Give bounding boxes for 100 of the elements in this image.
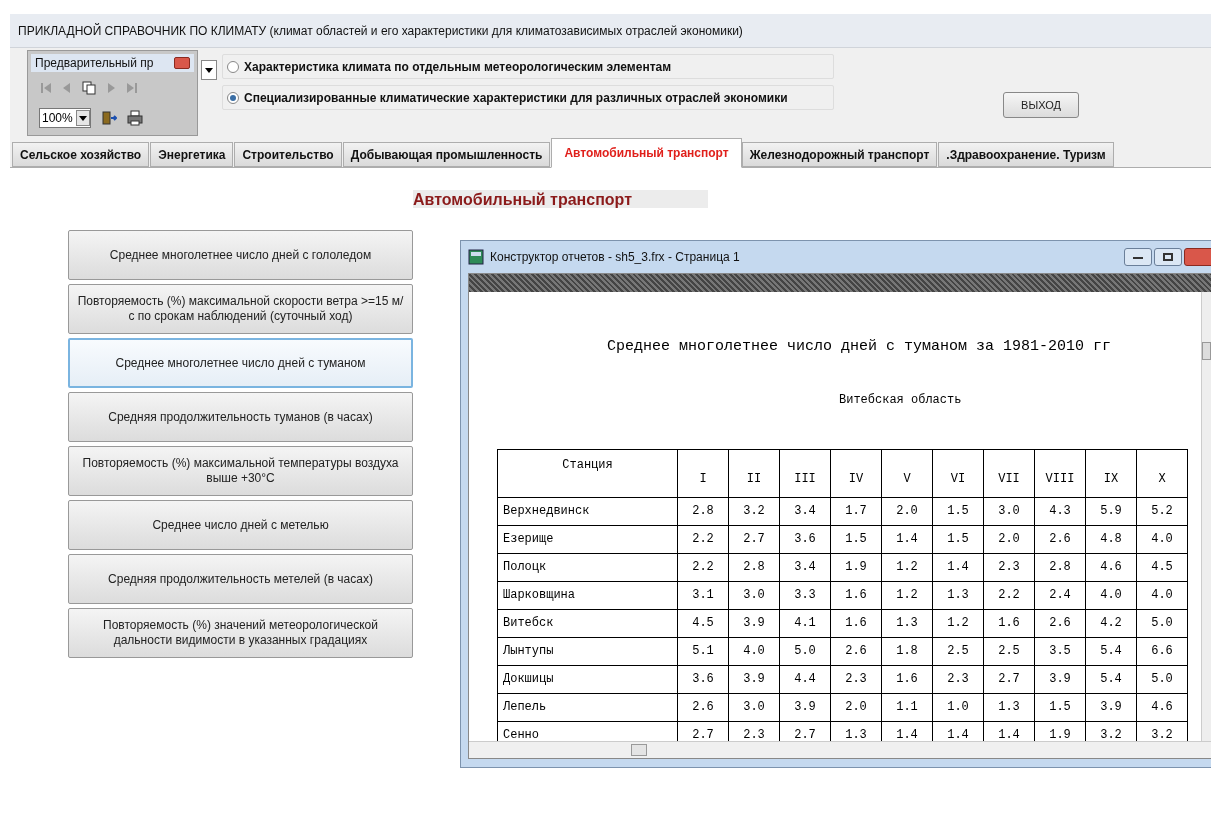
column-header: II: [728, 449, 780, 497]
table-cell: 1.3: [983, 693, 1035, 721]
tab[interactable]: Добывающая промышленность: [342, 142, 551, 167]
table-cell: 2.6: [1034, 525, 1086, 553]
table-cell: 5.1: [677, 637, 729, 665]
table-cell: 4.0: [1136, 581, 1188, 609]
tab[interactable]: Энергетика: [150, 142, 234, 167]
tab[interactable]: Автомобильный транспорт: [551, 138, 742, 168]
table-cell: 4.1: [779, 609, 831, 637]
table-cell: 3.9: [728, 609, 780, 637]
table-cell: Лынтупы: [497, 637, 678, 665]
report-button[interactable]: Средняя продолжительность метелей (в часах): [68, 554, 413, 604]
report-button[interactable]: Повторяемость (%) максимальной скорости ветра >=15 м/с по срокам наблюдений (суточный ход): [68, 284, 413, 334]
table-cell: 2.5: [932, 637, 984, 665]
radio-button[interactable]: [227, 60, 239, 73]
table-cell: 4.8: [1085, 525, 1137, 553]
table-cell: 2.8: [728, 553, 780, 581]
report-button[interactable]: Повторяемость (%) максимальной температуры воздуха выше +30°С: [68, 446, 413, 496]
table-cell: 4.4: [779, 665, 831, 693]
report-button[interactable]: Средняя продолжительность туманов (в часах): [68, 392, 413, 442]
table-cell: 5.0: [1136, 665, 1188, 693]
report-button[interactable]: Повторяемость (%) значений метеорологической дальности видимости в указанных градациях: [68, 608, 413, 658]
radio-option[interactable]: Специализированные климатические характеристики для различных отраслей экономики: [222, 85, 834, 110]
table-cell: 3.3: [779, 581, 831, 609]
table-cell: 5.0: [1136, 609, 1188, 637]
table-cell: 4.5: [677, 609, 729, 637]
next-page-icon[interactable]: [108, 82, 115, 94]
table-cell: 2.2: [677, 525, 729, 553]
table-cell: 2.7: [728, 525, 780, 553]
table-cell: 3.0: [983, 497, 1035, 525]
close-button[interactable]: [174, 57, 190, 69]
radio-button[interactable]: [227, 91, 239, 104]
horizontal-scrollbar[interactable]: [469, 741, 1211, 758]
table-cell: 1.5: [830, 525, 882, 553]
maximize-icon: [1163, 253, 1173, 261]
table-cell: 1.8: [881, 637, 933, 665]
table-cell: 4.5: [1136, 553, 1188, 581]
window-title: ПРИКЛАДНОЙ СПРАВОЧНИК ПО КЛИМАТУ (климат областей и его характеристики для климатозависимых отраслей экономики): [18, 22, 743, 40]
table-cell: Езерище: [497, 525, 678, 553]
tab[interactable]: Сельское хозяйство: [12, 142, 150, 167]
table-cell: 2.7: [983, 665, 1035, 693]
report-button[interactable]: Среднее многолетнее число дней с гололедом: [68, 230, 413, 280]
table-cell: 5.4: [1085, 637, 1137, 665]
column-header: III: [779, 449, 831, 497]
table-cell: 6.6: [1136, 637, 1188, 665]
table-cell: 3.6: [779, 525, 831, 553]
table-cell: Полоцк: [497, 553, 678, 581]
table-cell: 5.2: [1136, 497, 1188, 525]
table-cell: 3.4: [779, 553, 831, 581]
table-cell: 3.2: [728, 497, 780, 525]
radio-option[interactable]: Характеристика климата по отдельным метеорологическим элементам: [222, 54, 834, 79]
previous-page-icon[interactable]: [63, 82, 70, 94]
table-cell: 4.3: [1034, 497, 1086, 525]
table-cell: 3.0: [728, 581, 780, 609]
maximize-button[interactable]: [1154, 248, 1182, 266]
table-cell: 1.5: [1034, 693, 1086, 721]
tab[interactable]: Железнодорожный транспорт: [741, 142, 938, 167]
table-cell: 1.1: [881, 693, 933, 721]
report-subtitle: Витебская область: [839, 392, 962, 407]
table-cell: 2.2: [983, 581, 1035, 609]
dropdown-button[interactable]: [201, 60, 217, 80]
report-button[interactable]: Среднее число дней с метелью: [68, 500, 413, 550]
table-cell: 1.6: [881, 665, 933, 693]
column-header: IV: [830, 449, 882, 497]
table-cell: 2.3: [830, 665, 882, 693]
vertical-scrollbar[interactable]: [1201, 292, 1211, 741]
table-cell: 1.9: [830, 553, 882, 581]
table-cell: 1.0: [932, 693, 984, 721]
report-button[interactable]: Среднее многолетнее число дней с туманом: [68, 338, 413, 388]
zoom-dropdown[interactable]: 100%: [39, 108, 91, 128]
last-page-icon[interactable]: [127, 82, 137, 94]
table-cell: Витебск: [497, 609, 678, 637]
pages-icon[interactable]: [82, 81, 96, 95]
table-cell: 4.0: [1085, 581, 1137, 609]
window-title: Конструктор отчетов - sh5_3.frx - Страница 1: [490, 249, 740, 266]
column-header: X: [1136, 449, 1188, 497]
caret-icon: [205, 67, 213, 73]
table-cell: 2.6: [830, 637, 882, 665]
column-header: V: [881, 449, 933, 497]
table-cell: 3.9: [779, 693, 831, 721]
table-cell: 2.2: [677, 553, 729, 581]
table-cell: 1.6: [830, 609, 882, 637]
tab[interactable]: .Здравоохранение. Туризм: [938, 142, 1114, 167]
table-cell: 2.0: [881, 497, 933, 525]
table-cell: 3.1: [677, 581, 729, 609]
table-cell: 2.5: [983, 637, 1035, 665]
printer-icon[interactable]: [127, 110, 143, 126]
table-cell: 1.6: [830, 581, 882, 609]
caret-icon: [79, 115, 87, 121]
tab[interactable]: Строительство: [234, 142, 342, 167]
section-title: Автомобильный транспорт: [413, 190, 632, 210]
table-cell: Верхнедвинск: [497, 497, 678, 525]
exit-door-icon[interactable]: [101, 110, 117, 126]
table-cell: 1.3: [881, 609, 933, 637]
table-cell: 3.9: [728, 665, 780, 693]
minimize-button[interactable]: [1124, 248, 1152, 266]
table-cell: 3.9: [1034, 665, 1086, 693]
exit-button[interactable]: ВЫХОД: [1003, 92, 1079, 118]
first-page-icon[interactable]: [41, 82, 51, 94]
table-cell: 5.0: [779, 637, 831, 665]
